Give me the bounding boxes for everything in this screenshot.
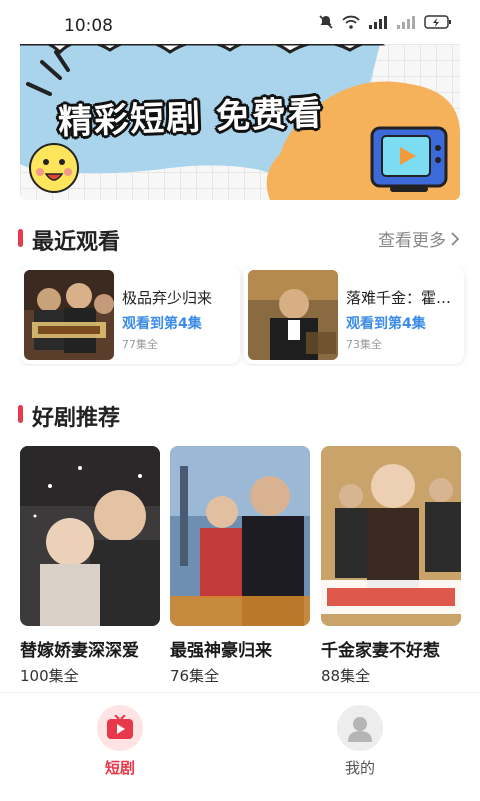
drama-title: 最强神豪归来 xyxy=(170,641,272,661)
wifi-icon xyxy=(342,15,360,29)
recent-card[interactable]: 极品弃少归来 观看到第4集 77集全 xyxy=(20,266,240,364)
drama-episode-count: 100集全 xyxy=(20,667,79,685)
recent-list: 极品弃少归来 观看到第4集 77集全 落难千金：霍… 观看到第4集 73集全 xyxy=(20,266,480,366)
drama-poster xyxy=(321,446,461,626)
recent-thumbnail xyxy=(248,270,338,360)
drama-title: 千金家妻不好惹 xyxy=(321,641,440,661)
tab-label: 短剧 xyxy=(104,759,135,777)
tab-short-drama[interactable]: 短剧 xyxy=(80,705,160,778)
section-accent-bar xyxy=(18,405,23,423)
drama-card[interactable]: 替嫁娇妻深深爱 100集全 xyxy=(20,446,160,686)
tv-play-icon xyxy=(97,705,143,751)
signal-2-icon xyxy=(397,16,415,29)
recent-episode-count: 77集全 xyxy=(122,338,158,351)
status-bar: 10:08 xyxy=(0,0,480,44)
drama-episode-count: 76集全 xyxy=(170,667,220,685)
recent-thumbnail xyxy=(24,270,114,360)
recent-progress: 观看到第4集 xyxy=(122,316,202,332)
battery-icon xyxy=(424,15,451,29)
recent-progress: 观看到第4集 xyxy=(346,316,426,332)
recent-title: 落难千金：霍… xyxy=(346,289,452,307)
drama-title: 替嫁娇妻深深爱 xyxy=(20,641,139,661)
recent-episode-count: 73集全 xyxy=(346,338,382,351)
tab-label: 我的 xyxy=(344,759,375,777)
promo-banner[interactable]: 精彩短剧 免费看 xyxy=(20,44,460,200)
drama-poster xyxy=(170,446,310,626)
banner-title: 精彩短剧 免费看 xyxy=(57,93,325,143)
user-icon xyxy=(337,705,383,751)
drama-card[interactable]: 最强神豪归来 76集全 xyxy=(170,446,310,686)
bottom-tab-bar: 短剧 我的 xyxy=(0,692,480,801)
view-more-label: 查看更多 xyxy=(378,231,446,251)
recent-section-title: 最近观看 xyxy=(32,230,121,255)
tab-profile[interactable]: 我的 xyxy=(320,705,400,778)
section-accent-bar xyxy=(18,229,23,247)
drama-card[interactable]: 千金家妻不好惹 88集全 xyxy=(321,446,461,686)
chevron-right-icon xyxy=(451,231,460,246)
drama-poster xyxy=(20,446,160,626)
recommend-section-title: 好剧推荐 xyxy=(32,406,121,431)
status-time: 10:08 xyxy=(64,16,113,36)
drama-episode-count: 88集全 xyxy=(321,667,371,685)
status-icons xyxy=(318,14,452,30)
mute-icon xyxy=(319,15,333,29)
recent-title: 极品弃少归来 xyxy=(122,289,213,307)
signal-icon xyxy=(369,16,387,29)
recent-card[interactable]: 落难千金：霍… 观看到第4集 73集全 xyxy=(244,266,464,364)
view-more-link[interactable]: 查看更多 xyxy=(378,226,460,251)
